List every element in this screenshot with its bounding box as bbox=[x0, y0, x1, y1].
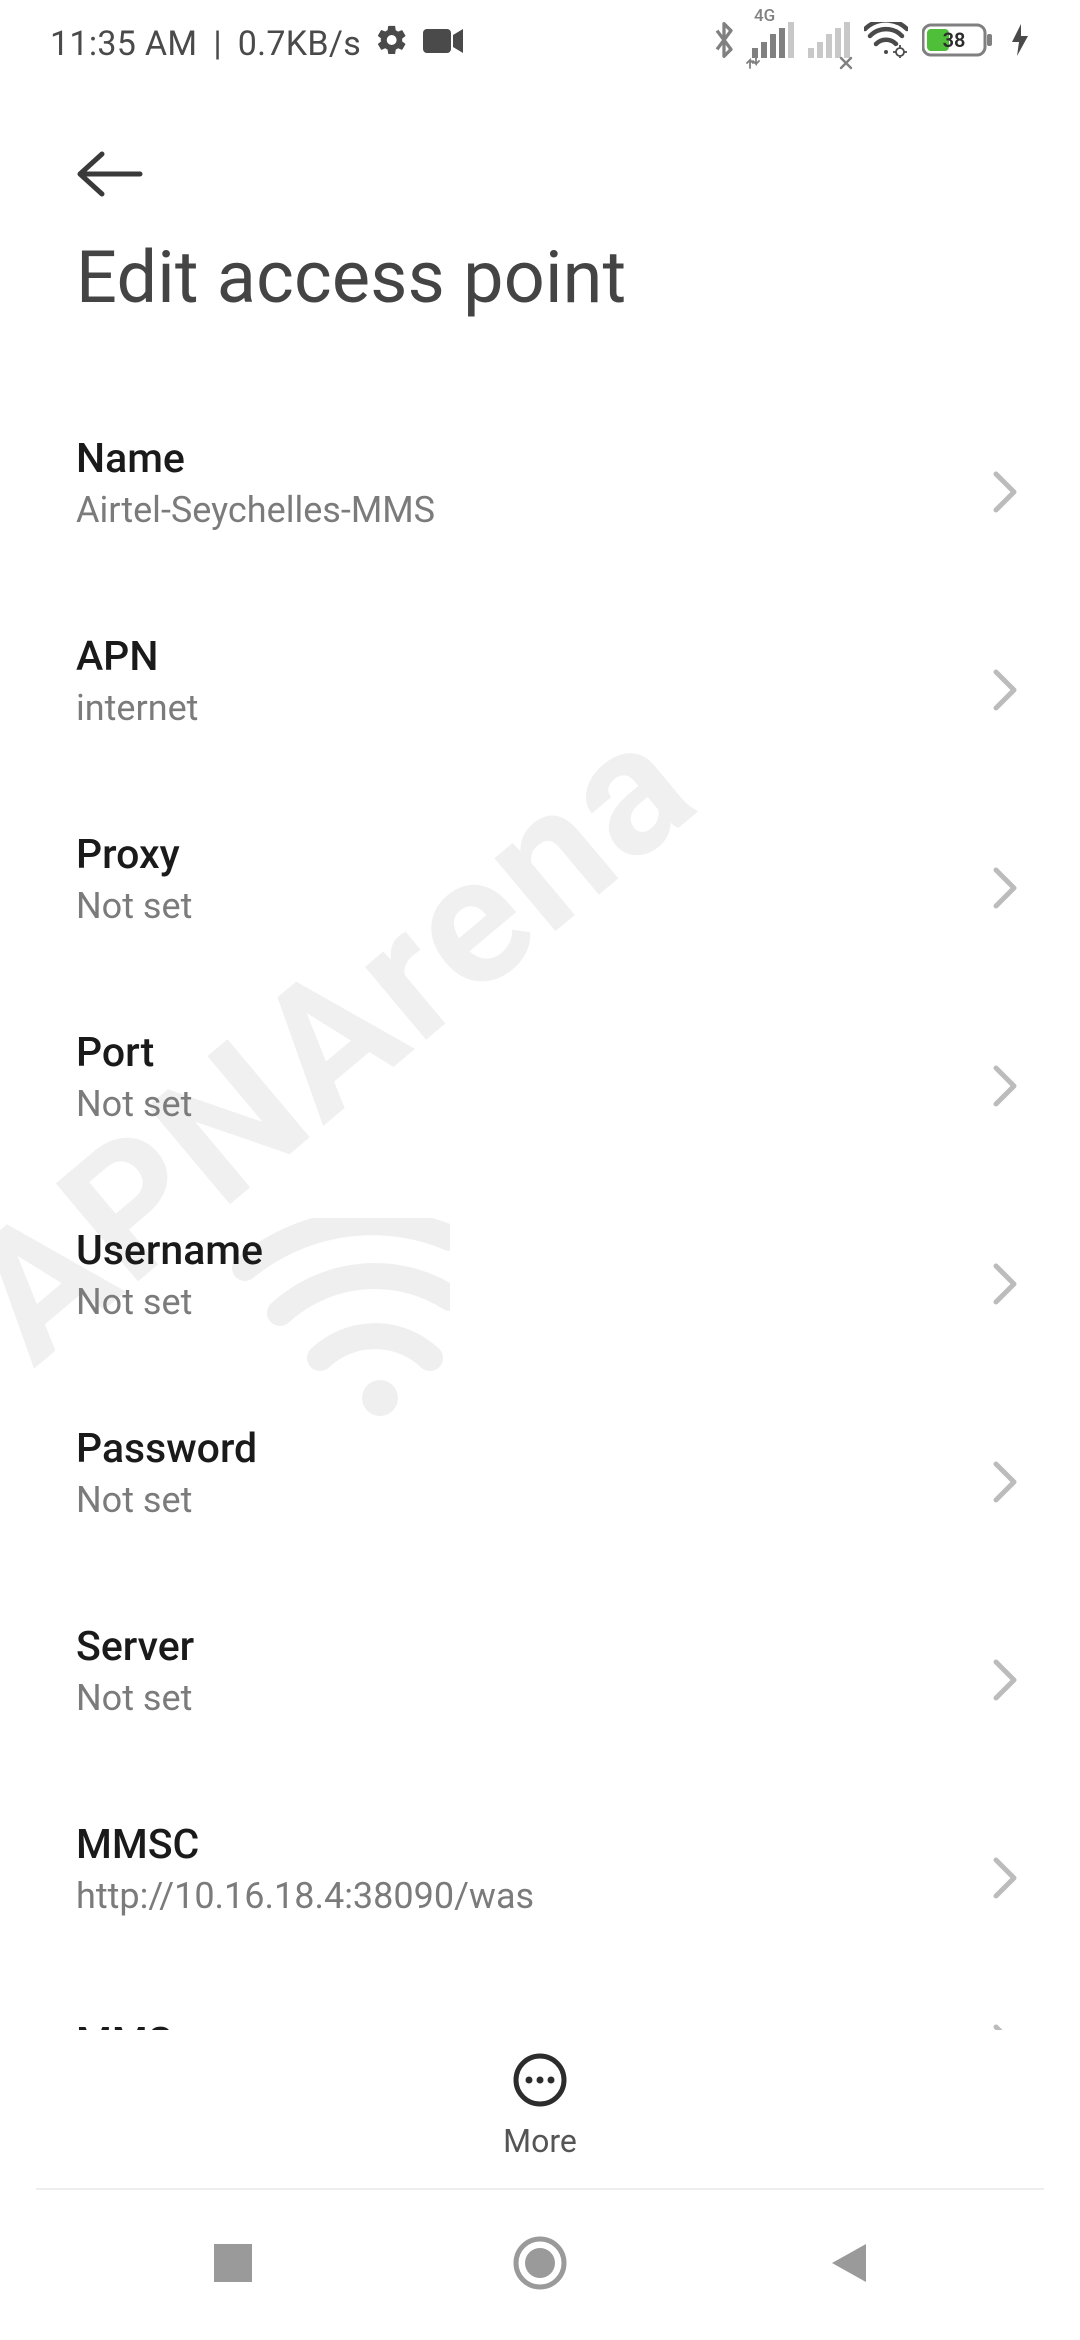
chevron-right-icon bbox=[992, 2023, 1018, 2030]
status-time: 11:35 AM bbox=[50, 24, 197, 64]
setting-row-username[interactable]: Username Not set bbox=[0, 1187, 1080, 1385]
chevron-right-icon bbox=[992, 1460, 1018, 1508]
more-button[interactable]: More bbox=[0, 2052, 1080, 2160]
chevron-right-icon bbox=[992, 668, 1018, 716]
setting-value: Not set bbox=[76, 1479, 1004, 1521]
setting-value: http://10.16.18.4:38090/was bbox=[76, 1875, 1004, 1917]
setting-value: Not set bbox=[76, 1677, 1004, 1719]
chevron-right-icon bbox=[992, 1856, 1018, 1904]
setting-row-mmsc[interactable]: MMSC http://10.16.18.4:38090/was bbox=[0, 1781, 1080, 1979]
bluetooth-icon bbox=[710, 20, 738, 69]
status-bar: 11:35 AM | 0.7KB/s 4G bbox=[0, 0, 1080, 88]
setting-row-name[interactable]: Name Airtel-Seychelles-MMS bbox=[0, 395, 1080, 593]
square-icon bbox=[212, 2242, 254, 2288]
page-title: Edit access point bbox=[76, 235, 626, 320]
chevron-right-icon bbox=[992, 866, 1018, 914]
more-label: More bbox=[503, 2122, 577, 2160]
setting-value: Airtel-Seychelles-MMS bbox=[76, 489, 1004, 531]
nav-recents-button[interactable] bbox=[158, 2190, 308, 2340]
chevron-right-icon bbox=[992, 1658, 1018, 1706]
status-bar-left: 11:35 AM | 0.7KB/s bbox=[50, 23, 463, 66]
status-bar-right: 4G bbox=[710, 20, 1030, 69]
circle-icon bbox=[513, 2236, 567, 2294]
arrow-left-icon bbox=[76, 149, 144, 199]
setting-label: Proxy bbox=[76, 831, 1004, 879]
setting-value: Not set bbox=[76, 885, 1004, 927]
setting-value: Not set bbox=[76, 1083, 1004, 1125]
chevron-right-icon bbox=[992, 470, 1018, 518]
android-nav-bar bbox=[0, 2190, 1080, 2340]
chevron-right-icon bbox=[992, 1262, 1018, 1310]
triangle-left-icon bbox=[826, 2240, 868, 2290]
charging-icon bbox=[1010, 22, 1030, 67]
wifi-icon bbox=[864, 22, 908, 67]
setting-label: Server bbox=[76, 1623, 1004, 1671]
nav-home-button[interactable] bbox=[465, 2190, 615, 2340]
setting-row-mms-proxy[interactable]: MMS proxy 10.16.18.77 bbox=[0, 1979, 1080, 2030]
more-dots-icon bbox=[512, 2052, 568, 2112]
chevron-right-icon bbox=[992, 1064, 1018, 1112]
svg-text:38: 38 bbox=[943, 28, 966, 52]
setting-label: Name bbox=[76, 435, 1004, 483]
setting-label: MMSC bbox=[76, 1821, 1004, 1869]
settings-list: Name Airtel-Seychelles-MMS APN internet … bbox=[0, 395, 1080, 2030]
setting-row-proxy[interactable]: Proxy Not set bbox=[0, 791, 1080, 989]
camera-icon bbox=[423, 24, 463, 64]
signal-no-sim-icon bbox=[808, 22, 850, 67]
setting-row-password[interactable]: Password Not set bbox=[0, 1385, 1080, 1583]
setting-row-port[interactable]: Port Not set bbox=[0, 989, 1080, 1187]
setting-label: Port bbox=[76, 1029, 1004, 1077]
setting-value: internet bbox=[76, 687, 1004, 729]
setting-label: MMS proxy bbox=[76, 2019, 1004, 2030]
signal-4g-icon: 4G bbox=[752, 22, 794, 67]
status-net-speed: 0.7KB/s bbox=[238, 24, 361, 64]
setting-label: Password bbox=[76, 1425, 1004, 1473]
setting-row-apn[interactable]: APN internet bbox=[0, 593, 1080, 791]
setting-value: Not set bbox=[76, 1281, 1004, 1323]
gear-icon bbox=[375, 23, 409, 66]
status-separator: | bbox=[213, 24, 221, 64]
setting-row-server[interactable]: Server Not set bbox=[0, 1583, 1080, 1781]
battery-icon: 38 bbox=[922, 22, 996, 67]
setting-label: APN bbox=[76, 633, 1004, 681]
nav-back-button[interactable] bbox=[772, 2190, 922, 2340]
setting-label: Username bbox=[76, 1227, 1004, 1275]
back-button[interactable] bbox=[76, 130, 164, 218]
